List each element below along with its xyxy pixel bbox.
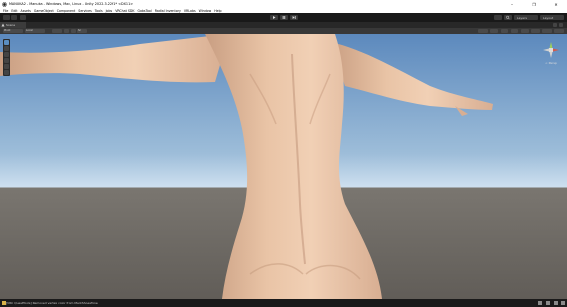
step-icon [292,16,296,19]
pause-icon [282,16,286,19]
2d-toggle[interactable] [490,29,498,33]
play-icon [273,16,276,19]
status-message[interactable]: [VRC QuestTools] Removed vertex color fr… [6,301,98,305]
move-tool-button[interactable] [4,46,9,51]
menu-help[interactable]: Help [214,9,221,13]
camera-dropdown[interactable] [542,29,552,33]
menu-radial-inventory[interactable]: Radial Inventory [155,9,181,13]
tab-menu-button[interactable] [559,23,563,27]
persp-label: < Persp [545,61,557,65]
main-toolbar: Layers Layout [0,13,567,22]
menu-vrchat-sdk[interactable]: VRChat SDK [115,9,134,13]
layers-label: Layers [517,16,527,20]
cloud-button[interactable] [20,15,26,20]
tab-more-button[interactable] [553,23,557,27]
notification-icon[interactable] [554,301,558,305]
effects-dropdown[interactable] [521,29,529,33]
progress-icon[interactable] [538,301,542,305]
account-button[interactable] [3,15,10,20]
minimize-button[interactable]: – [501,0,523,8]
menu-tools[interactable]: Tools [95,9,103,13]
menu-file[interactable]: File [3,9,8,13]
pivot-dropdown[interactable]: Pivot [3,29,23,33]
increment-toggle[interactable] [71,29,76,33]
local-dropdown[interactable]: Local [25,29,45,33]
play-button[interactable] [270,15,278,20]
menu-window[interactable]: Window [199,9,212,13]
audio-toggle[interactable] [511,29,518,33]
pause-button[interactable] [280,15,288,20]
info-icon [2,301,6,305]
view-tool-button[interactable] [4,40,9,45]
menu-component[interactable]: Component [57,9,76,13]
step-button[interactable] [290,15,298,20]
menu-vrlabs[interactable]: VRLabs [184,9,196,13]
transform-tool-button[interactable] [4,70,9,75]
hidden-objects-toggle[interactable] [531,29,540,33]
status-bar: [VRC QuestTools] Removed vertex color fr… [0,299,567,307]
search-icon [506,15,510,20]
history-button[interactable] [494,15,502,20]
debug-icon[interactable] [546,301,550,305]
tool-palette [3,39,10,76]
menu-assets[interactable]: Assets [21,9,31,13]
status-menu-icon[interactable] [561,301,565,305]
menu-jobs[interactable]: Jobs [106,9,113,13]
close-button[interactable]: ✕ [545,0,567,8]
grid-snap-dropdown[interactable]: Sc [77,29,87,33]
scene-render [0,34,567,299]
tab-scene-label: Scene [6,23,16,27]
maximize-button[interactable]: ❐ [523,0,545,8]
menu-gabstool[interactable]: GabsTool [137,9,151,13]
search-button[interactable] [504,15,512,20]
gizmos-dropdown[interactable] [554,29,564,33]
menu-gameobject[interactable]: GameObject [34,9,54,13]
snap-toggle[interactable] [64,29,69,33]
rect-tool-button[interactable] [4,64,9,69]
axis-gizmo-icon[interactable]: < Persp [540,39,562,67]
scale-tool-button[interactable] [4,58,9,63]
menu-edit[interactable]: Edit [11,9,17,13]
grid-toggle[interactable] [52,29,62,33]
title-bar: MANUKA2 - Manuka - Windows, Mac, Linux -… [0,0,567,8]
unity-logo-icon [2,1,7,7]
scene-viewport[interactable] [0,34,567,299]
draw-mode-dropdown[interactable] [478,29,488,33]
menu-services[interactable]: Services [78,9,91,13]
collab-button[interactable] [11,15,17,20]
rotate-tool-button[interactable] [4,52,9,57]
window-title: MANUKA2 - Manuka - Windows, Mac, Linux -… [9,2,134,6]
layout-label: Layout [543,16,554,20]
lighting-toggle[interactable] [501,29,508,33]
